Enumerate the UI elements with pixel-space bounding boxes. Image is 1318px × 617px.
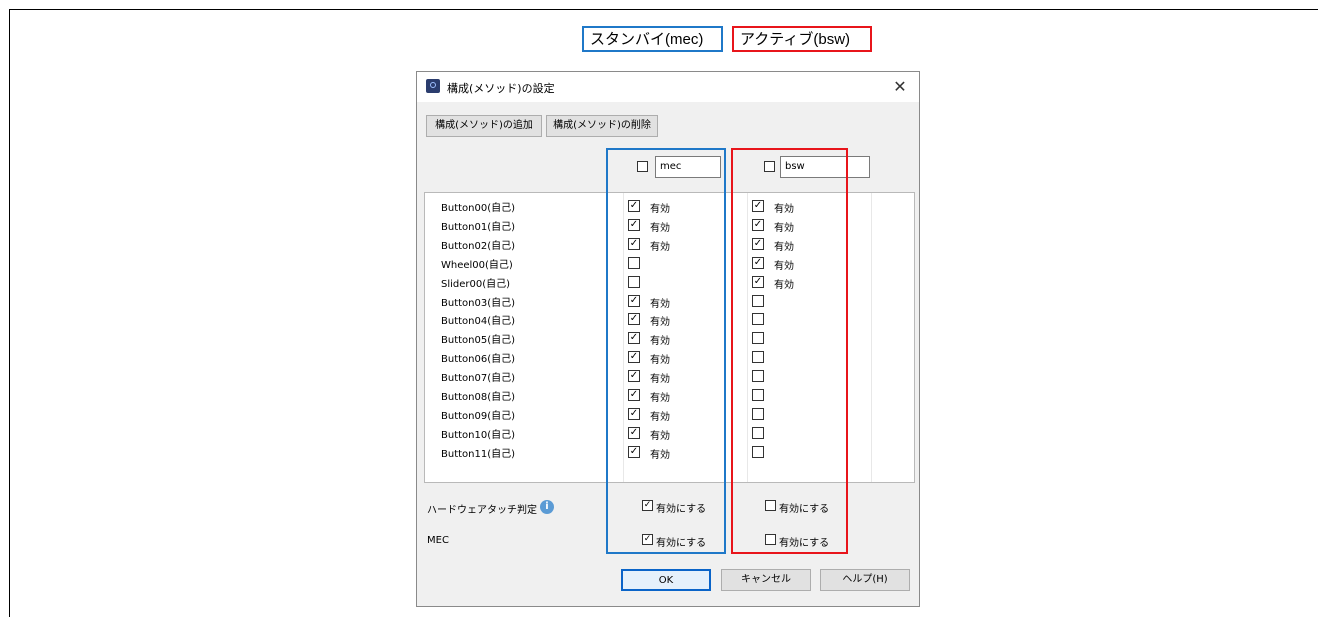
dialog-titlebar: 構成(メソッド)の設定 ✕ [417, 72, 919, 102]
mec-highlight-frame [606, 148, 726, 554]
row-label: Wheel00(自己) [441, 259, 513, 271]
row-label: Button00(自己) [441, 203, 516, 214]
app-icon [426, 79, 440, 93]
row-label: Button03(自己) [441, 297, 516, 309]
cancel-button[interactable]: キャンセル [721, 569, 811, 591]
row-label: Button04(自己) [441, 316, 516, 328]
add-method-button[interactable]: 構成(メソッド)の追加 [426, 115, 542, 137]
ok-button[interactable]: OK [621, 569, 711, 591]
row-label: Button11(自己) [441, 448, 516, 460]
row-label: Slider00(自己) [441, 278, 511, 290]
row-label: Button06(自己) [441, 354, 516, 366]
row-label: Button02(自己) [441, 240, 516, 252]
row-label: Button10(自己) [441, 429, 516, 441]
dialog-title: 構成(メソッド)の設定 [447, 82, 555, 95]
delete-method-button[interactable]: 構成(メソッド)の削除 [546, 115, 658, 137]
bsw-highlight-frame [731, 148, 848, 554]
frame-top-line [9, 9, 1318, 10]
close-icon[interactable]: ✕ [889, 76, 911, 98]
legend-mec: スタンバイ(mec) [582, 26, 723, 52]
info-icon[interactable]: i [540, 500, 554, 514]
row-label: Button01(自己) [441, 221, 516, 233]
legend-bsw: アクティブ(bsw) [732, 26, 872, 52]
row-label: Button09(自己) [441, 410, 516, 422]
help-button[interactable]: ヘルプ(H) [820, 569, 910, 591]
hardware-touch-label: ハードウェアタッチ判定 [427, 505, 537, 516]
frame-left-line [9, 9, 10, 617]
row-label: Button08(自己) [441, 392, 516, 403]
row-label: Button05(自己) [441, 335, 516, 347]
mec-option-label: MEC [427, 535, 449, 546]
row-label: Button07(自己) [441, 373, 516, 385]
